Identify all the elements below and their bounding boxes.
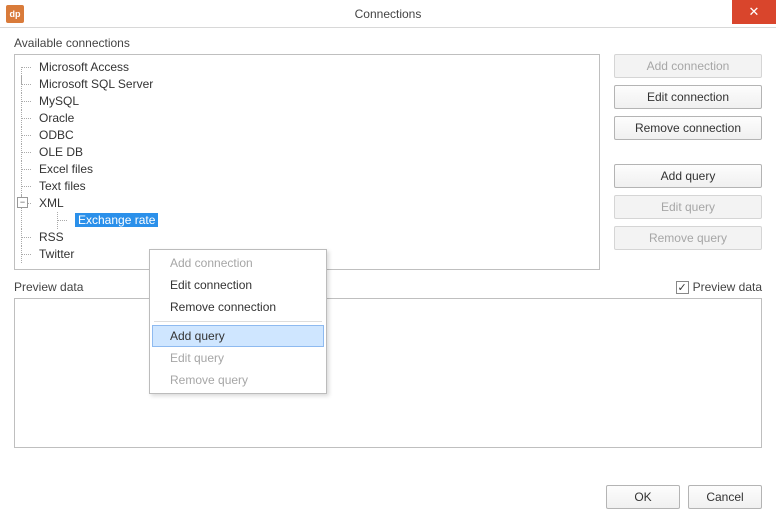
dialog-body: Available connections Microsoft Access M…	[0, 28, 776, 523]
preview-data-checkbox-label: Preview data	[693, 280, 762, 294]
preview-data-checkbox[interactable]: ✓	[676, 281, 689, 294]
button-gap	[614, 147, 762, 157]
tree-item[interactable]: Microsoft Access	[21, 59, 593, 76]
left-column: Available connections Microsoft Access M…	[14, 36, 600, 270]
tree-item-label: Microsoft Access	[39, 60, 129, 74]
tree-item-label: Excel files	[39, 162, 93, 176]
tree-item-label: Twitter	[39, 247, 74, 261]
menu-edit-query[interactable]: Edit query	[152, 347, 324, 369]
tree-item-label: RSS	[39, 230, 64, 244]
tree-item-label: Microsoft SQL Server	[39, 77, 153, 91]
tree-item[interactable]: OLE DB	[21, 144, 593, 161]
preview-data-checkbox-wrap[interactable]: ✓ Preview data	[676, 280, 762, 294]
preview-data-label: Preview data	[14, 280, 83, 294]
top-row: Available connections Microsoft Access M…	[14, 36, 762, 270]
tree-item-label: Text files	[39, 179, 86, 193]
menu-add-connection[interactable]: Add connection	[152, 252, 324, 274]
right-button-column: Add connection Edit connection Remove co…	[614, 36, 762, 270]
menu-remove-connection[interactable]: Remove connection	[152, 296, 324, 318]
remove-query-button[interactable]: Remove query	[614, 226, 762, 250]
tree-item[interactable]: RSS	[21, 229, 593, 246]
ok-button[interactable]: OK	[606, 485, 680, 509]
tree-item-xml[interactable]: − XML Exchange rate	[21, 195, 593, 229]
tree-item[interactable]: Text files	[21, 178, 593, 195]
cancel-button[interactable]: Cancel	[688, 485, 762, 509]
edit-query-button[interactable]: Edit query	[614, 195, 762, 219]
tree-item[interactable]: Oracle	[21, 110, 593, 127]
tree-item-label: Oracle	[39, 111, 74, 125]
add-connection-button[interactable]: Add connection	[614, 54, 762, 78]
preview-data-box	[14, 298, 762, 448]
app-icon: dp	[6, 5, 24, 23]
titlebar: dp Connections ✕	[0, 0, 776, 28]
menu-separator	[154, 321, 322, 322]
tree-item-label: OLE DB	[39, 145, 83, 159]
menu-remove-query[interactable]: Remove query	[152, 369, 324, 391]
collapse-icon[interactable]: −	[17, 197, 28, 208]
remove-connection-button[interactable]: Remove connection	[614, 116, 762, 140]
window-title: Connections	[0, 7, 776, 21]
tree-item[interactable]: ODBC	[21, 127, 593, 144]
tree-item[interactable]: Excel files	[21, 161, 593, 178]
close-icon: ✕	[749, 4, 760, 20]
tree-item-exchange-rate[interactable]: Exchange rate	[57, 212, 593, 229]
close-button[interactable]: ✕	[732, 0, 776, 24]
tree-item-label-selected: Exchange rate	[75, 213, 158, 227]
context-menu[interactable]: Add connection Edit connection Remove co…	[149, 249, 327, 394]
tree-item-label: MySQL	[39, 94, 79, 108]
menu-edit-connection[interactable]: Edit connection	[152, 274, 324, 296]
add-query-button[interactable]: Add query	[614, 164, 762, 188]
available-connections-label: Available connections	[14, 36, 600, 50]
tree-item-label: XML	[39, 196, 64, 210]
connections-tree[interactable]: Microsoft Access Microsoft SQL Server My…	[14, 54, 600, 270]
tree-item[interactable]: MySQL	[21, 93, 593, 110]
dialog-footer: OK Cancel	[14, 475, 762, 509]
edit-connection-button[interactable]: Edit connection	[614, 85, 762, 109]
tree-item-label: ODBC	[39, 128, 74, 142]
tree-item[interactable]: Microsoft SQL Server	[21, 76, 593, 93]
preview-header-row: Preview data ✓ Preview data	[14, 280, 762, 294]
menu-add-query[interactable]: Add query	[152, 325, 324, 347]
